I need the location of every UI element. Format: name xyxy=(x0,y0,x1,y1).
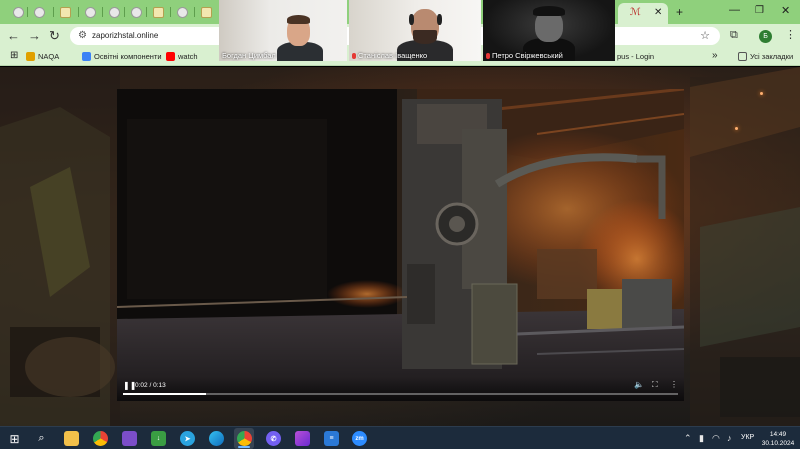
url-text: zaporizhstal.online xyxy=(92,31,159,40)
participant-name: Станіслав Іващенко xyxy=(352,51,427,60)
files-app-icon[interactable] xyxy=(122,431,137,446)
tab-divider xyxy=(194,7,195,17)
document-icon xyxy=(200,7,212,18)
tab-divider xyxy=(53,7,54,17)
participant-tile[interactable]: Богдан Цимбал xyxy=(219,0,347,61)
fullscreen-icon[interactable]: ⛶ xyxy=(652,381,658,389)
participant-name: Петро Свіржевський xyxy=(486,51,563,60)
profile-avatar[interactable]: Б xyxy=(759,30,772,43)
more-menu-icon[interactable]: ⋮ xyxy=(785,29,796,42)
globe-icon xyxy=(176,7,188,18)
headphones xyxy=(409,14,414,25)
naqa-icon xyxy=(26,52,35,61)
download-manager-icon[interactable]: ↓ xyxy=(151,431,166,446)
bookmark-item[interactable]: NAQA xyxy=(26,52,59,61)
participant-tile[interactable]: Петро Свіржевський xyxy=(483,0,615,61)
clock-date: 30.10.2024 xyxy=(761,440,795,447)
tab-divider xyxy=(124,7,125,17)
battery-icon[interactable]: ▮ xyxy=(699,433,704,443)
clock-time: 14:49 xyxy=(769,431,787,438)
forward-arrow-icon[interactable]: → xyxy=(28,29,41,42)
video-progress-fill xyxy=(123,393,207,395)
language-indicator[interactable]: УКР xyxy=(741,434,754,441)
bookmark-icon xyxy=(82,52,91,61)
back-arrow-icon[interactable]: ← xyxy=(7,29,20,42)
more-options-icon[interactable]: ⋮ xyxy=(670,381,678,389)
system-clock[interactable]: 14:49 30.10.2024 xyxy=(760,430,796,448)
chrome-active-icon[interactable] xyxy=(237,431,252,446)
minimize-icon[interactable]: — xyxy=(729,4,740,16)
reload-icon[interactable]: ↻ xyxy=(49,29,60,42)
all-bookmarks[interactable]: Усі закладки xyxy=(738,52,793,61)
close-window-icon[interactable]: ✕ xyxy=(781,5,790,17)
document-icon xyxy=(59,7,71,18)
video-frame xyxy=(117,89,684,401)
tab-active[interactable]: ℳ ✕ xyxy=(618,3,668,24)
document-icon xyxy=(152,7,164,18)
notepad-icon[interactable]: ≡ xyxy=(324,431,339,446)
chrome-icon[interactable] xyxy=(93,431,108,446)
new-tab-icon[interactable]: + xyxy=(676,6,683,18)
viber-icon[interactable]: ✆ xyxy=(266,431,281,446)
taskbar: ⊞ ⌕ ↓ ➤ ✆ ≡ zm ⌃ ▮ ◠ ♪ УКР 14:49 30.10.2… xyxy=(0,426,800,449)
zoom-icon[interactable]: zm xyxy=(352,431,367,446)
wifi-icon[interactable]: ◠ xyxy=(712,433,720,443)
purple-app-icon[interactable] xyxy=(295,431,310,446)
volume-icon[interactable]: 🔈 xyxy=(634,381,644,389)
restore-icon[interactable]: ❐ xyxy=(755,5,764,17)
tab-divider xyxy=(27,7,28,17)
tab[interactable] xyxy=(29,4,49,21)
tab[interactable] xyxy=(196,4,216,21)
bookmark-item[interactable]: pus - Login xyxy=(617,52,654,61)
globe-icon xyxy=(84,7,96,18)
video-progress-bar[interactable] xyxy=(123,393,678,395)
tab-divider xyxy=(78,7,79,17)
globe-icon xyxy=(12,7,24,18)
close-tab-icon[interactable]: ✕ xyxy=(654,7,662,19)
folder-icon xyxy=(738,52,747,61)
extensions-icon[interactable]: ⧉ xyxy=(730,29,738,42)
windows-start-icon[interactable]: ⊞ xyxy=(7,431,22,446)
active-indicator xyxy=(238,446,250,448)
tab[interactable] xyxy=(55,4,75,21)
tab[interactable] xyxy=(8,4,28,21)
edge-icon[interactable] xyxy=(209,431,224,446)
tab-divider xyxy=(170,7,171,17)
chevron-right-icon[interactable]: » xyxy=(712,50,718,61)
video-player[interactable]: ❚❚ 0:02 / 0:13 🔈 ⛶ ⋮ xyxy=(117,89,684,401)
site-info-icon[interactable]: ⚙ xyxy=(78,30,87,41)
bookmark-item[interactable]: Освітні компоненти xyxy=(82,52,162,61)
speaker-icon[interactable]: ♪ xyxy=(727,433,732,443)
video-time: 0:02 / 0:13 xyxy=(135,382,166,389)
tab[interactable] xyxy=(126,4,146,21)
globe-icon xyxy=(108,7,120,18)
mic-muted-icon xyxy=(352,53,356,59)
tab[interactable] xyxy=(172,4,192,21)
tab[interactable] xyxy=(104,4,124,21)
tray-chevron-up-icon[interactable]: ⌃ xyxy=(684,433,692,443)
file-explorer-icon[interactable] xyxy=(64,431,79,446)
bookmark-item[interactable]: watch xyxy=(166,52,198,61)
globe-icon xyxy=(33,7,45,18)
participant-name: Богдан Цимбал xyxy=(222,51,276,60)
youtube-icon xyxy=(166,52,175,61)
bookmark-star-icon[interactable]: ☆ xyxy=(700,29,710,42)
apps-grid-icon[interactable]: ⊞ xyxy=(10,50,18,61)
tab[interactable] xyxy=(148,4,168,21)
tab-divider xyxy=(102,7,103,17)
telegram-icon[interactable]: ➤ xyxy=(180,431,195,446)
search-icon[interactable]: ⌕ xyxy=(34,431,49,446)
tab[interactable] xyxy=(80,4,100,21)
globe-icon xyxy=(130,7,142,18)
tab-favicon-icon: ℳ xyxy=(630,7,641,18)
participant-tile[interactable]: Станіслав Іващенко xyxy=(349,0,481,61)
tab-divider xyxy=(146,7,147,17)
video-controls: ❚❚ 0:02 / 0:13 🔈 ⛶ ⋮ xyxy=(117,377,684,401)
mic-muted-icon xyxy=(486,53,490,59)
